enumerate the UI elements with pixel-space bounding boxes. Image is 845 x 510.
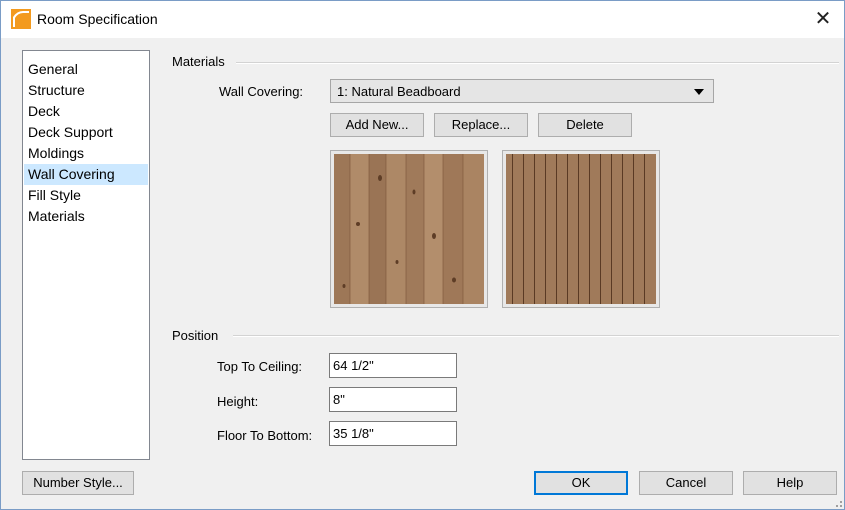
top-to-ceiling-label: Top To Ceiling: xyxy=(217,359,303,374)
height-field[interactable]: 8" xyxy=(329,387,457,412)
number-style-button[interactable]: Number Style... xyxy=(22,471,134,495)
beadboard-pattern-image xyxy=(506,154,656,304)
close-icon[interactable]: ✕ xyxy=(808,5,838,33)
nav-item-materials[interactable]: Materials xyxy=(24,206,148,227)
wood-texture-image xyxy=(334,154,484,304)
cancel-button[interactable]: Cancel xyxy=(639,471,733,495)
wall-covering-select[interactable]: 1: Natural Beadboard xyxy=(330,79,714,103)
nav-item-moldings[interactable]: Moldings xyxy=(24,143,148,164)
top-to-ceiling-field[interactable]: 64 1/2" xyxy=(329,353,457,378)
material-pattern-preview xyxy=(502,150,660,308)
position-group-label: Position xyxy=(172,328,219,343)
nav-item-deck-support[interactable]: Deck Support xyxy=(24,122,148,143)
help-button[interactable]: Help xyxy=(743,471,837,495)
house-roof-icon xyxy=(11,9,31,29)
ok-button[interactable]: OK xyxy=(534,471,628,495)
material-texture-preview xyxy=(330,150,488,308)
replace-button[interactable]: Replace... xyxy=(434,113,528,137)
chevron-down-icon xyxy=(694,89,704,95)
add-new-button[interactable]: Add New... xyxy=(330,113,424,137)
position-group-divider xyxy=(233,335,839,337)
resize-grip-icon[interactable] xyxy=(832,497,842,507)
nav-item-structure[interactable]: Structure xyxy=(24,80,148,101)
floor-to-bottom-field[interactable]: 35 1/8" xyxy=(329,421,457,446)
category-list: General Structure Deck Deck Support Mold… xyxy=(22,50,150,460)
nav-item-deck[interactable]: Deck xyxy=(24,101,148,122)
wall-covering-label: Wall Covering: xyxy=(219,84,304,99)
window-title: Room Specification xyxy=(37,11,158,27)
materials-group-divider xyxy=(236,62,839,64)
nav-item-general[interactable]: General xyxy=(24,59,148,80)
floor-to-bottom-label: Floor To Bottom: xyxy=(217,428,313,443)
nav-item-fill-style[interactable]: Fill Style xyxy=(24,185,148,206)
title-bar: Room Specification ✕ xyxy=(1,1,844,38)
delete-button[interactable]: Delete xyxy=(538,113,632,137)
room-specification-dialog: Room Specification ✕ General Structure D… xyxy=(0,0,845,510)
materials-group-label: Materials xyxy=(172,54,225,69)
height-label: Height: xyxy=(217,394,259,409)
wall-covering-selected-value: 1: Natural Beadboard xyxy=(337,84,461,99)
nav-item-wall-covering[interactable]: Wall Covering xyxy=(24,164,148,185)
